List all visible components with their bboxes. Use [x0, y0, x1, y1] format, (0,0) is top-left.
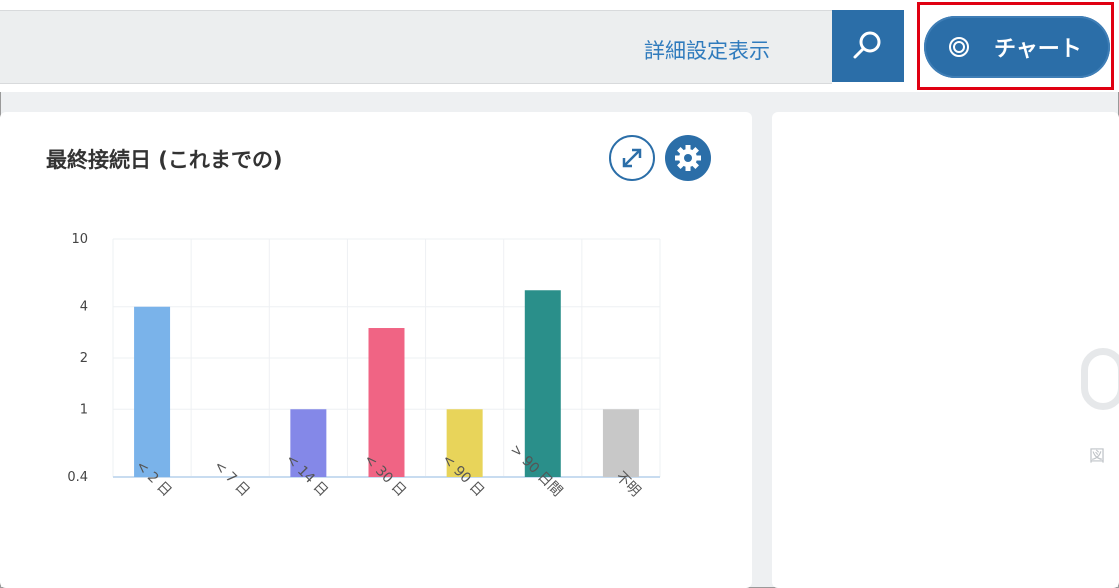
- second-card: [772, 112, 1119, 588]
- y-tick-label: 2: [80, 351, 88, 366]
- second-card-text: 図: [1089, 446, 1106, 465]
- y-tick-label: 4: [80, 300, 88, 315]
- bar-chart: 0.412410< 2 日 < 7 日 < 14 日 < 30 日 < 90 日 > 90…: [67, 232, 661, 500]
- search-button[interactable]: [832, 10, 904, 82]
- advanced-settings-link[interactable]: 詳細設定表示: [644, 35, 770, 65]
- y-tick-label: 0.4: [67, 470, 88, 485]
- y-tick-label: 1: [80, 402, 88, 417]
- x-tick-label: < 7 日: [211, 458, 253, 500]
- bar: [602, 409, 639, 477]
- bar: [134, 306, 171, 477]
- bar: [524, 290, 561, 477]
- chart-button[interactable]: チャート: [924, 16, 1110, 78]
- search-bar[interactable]: 詳細設定表示: [0, 10, 832, 84]
- search-icon: [853, 31, 881, 59]
- loading-ring: [1081, 348, 1119, 410]
- y-tick-label: 10: [71, 232, 88, 247]
- chart-button-label: チャート: [994, 37, 1082, 62]
- chart-target-icon: [949, 37, 969, 57]
